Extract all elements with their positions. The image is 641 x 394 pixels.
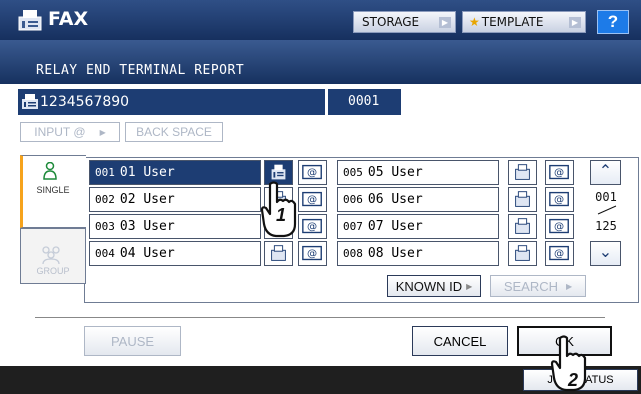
tab-group-label: GROUP	[36, 266, 70, 276]
arrow-icon: ▶	[569, 17, 581, 28]
divider	[35, 317, 605, 318]
sequence-number: 0001	[348, 94, 380, 109]
storage-button[interactable]: STORAGE ▶	[353, 11, 456, 33]
entry-name: 05 User	[367, 165, 423, 180]
entry-number: 003	[95, 220, 115, 233]
svg-text:@: @	[554, 168, 564, 179]
entry-name: 06 User	[367, 192, 423, 207]
input-at-label: INPUT @	[34, 125, 86, 139]
svg-text:@: @	[307, 222, 317, 233]
list-item[interactable]: 003 03 User	[89, 214, 261, 239]
app-title: FAX	[48, 8, 89, 30]
single-user-icon	[43, 162, 57, 180]
fax-number: 1234567890	[40, 94, 130, 110]
screen-title: RELAY END TERMINAL REPORT	[36, 63, 245, 78]
fax-icon[interactable]	[264, 241, 293, 266]
entry-name: 03 User	[119, 219, 175, 234]
fax-icon[interactable]	[508, 187, 537, 212]
svg-text:@: @	[554, 249, 564, 260]
template-button[interactable]: ★ TEMPLATE ▶	[462, 11, 586, 33]
arrow-icon: ▶	[566, 281, 573, 291]
search-button[interactable]: SEARCH ▶	[490, 275, 586, 297]
scroll-down-button[interactable]: ⌄	[590, 241, 621, 266]
list-item[interactable]: 004 04 User	[89, 241, 261, 266]
entry-name: 08 User	[367, 246, 423, 261]
svg-text:@: @	[307, 249, 317, 260]
total-pages: 125	[595, 219, 617, 233]
star-icon: ★	[469, 15, 480, 29]
entry-name: 01 User	[119, 165, 175, 180]
tab-single-label: SINGLE	[36, 185, 70, 195]
entry-number: 005	[343, 166, 363, 179]
step-2-marker: 2	[568, 370, 579, 390]
template-label: TEMPLATE	[481, 15, 544, 29]
list-item[interactable]: 008 08 User	[337, 241, 499, 266]
arrow-icon: ▶	[466, 281, 473, 291]
fax-icon[interactable]	[508, 160, 537, 185]
backspace-button[interactable]: BACK SPACE	[125, 122, 223, 142]
current-page: 001	[595, 190, 617, 204]
pause-button[interactable]: PAUSE	[84, 326, 181, 356]
email-icon[interactable]: @	[545, 214, 574, 239]
storage-label: STORAGE	[362, 15, 420, 29]
known-id-button[interactable]: KNOWN ID ▶	[387, 275, 481, 297]
list-item[interactable]: 001 01 User	[89, 160, 261, 185]
group-icon	[42, 246, 60, 265]
fax-icon[interactable]	[508, 214, 537, 239]
list-item[interactable]: 006 06 User	[337, 187, 499, 212]
list-item[interactable]: 007 07 User	[337, 214, 499, 239]
cancel-button[interactable]: CANCEL	[412, 326, 508, 356]
fax-icon[interactable]	[508, 241, 537, 266]
email-icon[interactable]: @	[545, 241, 574, 266]
entry-number: 008	[343, 247, 363, 260]
entry-number: 002	[95, 193, 115, 206]
entry-number: 007	[343, 220, 363, 233]
known-id-label: KNOWN ID	[395, 278, 463, 294]
entry-name: 07 User	[367, 219, 423, 234]
chevron-down-icon: ⌄	[598, 244, 613, 261]
entry-name: 02 User	[119, 192, 175, 207]
chevron-up-icon: ⌃	[598, 163, 613, 180]
email-icon[interactable]: @	[545, 187, 574, 212]
svg-text:@: @	[554, 222, 564, 233]
step-1-marker: 1	[276, 205, 287, 225]
email-icon[interactable]: @	[298, 241, 327, 266]
fax-icon	[18, 10, 42, 31]
input-at-button[interactable]: INPUT @ ▶	[20, 122, 120, 142]
entry-number: 004	[95, 247, 115, 260]
list-item[interactable]: 005 05 User	[337, 160, 499, 185]
help-button[interactable]: ?	[597, 10, 629, 34]
fax-icon	[22, 94, 38, 109]
arrow-icon: ▶	[99, 127, 106, 137]
search-label: SEARCH	[503, 278, 559, 294]
entry-number: 006	[343, 193, 363, 206]
scroll-up-button[interactable]: ⌃	[590, 160, 621, 185]
email-icon[interactable]: @	[545, 160, 574, 185]
entry-number: 001	[95, 166, 115, 179]
arrow-icon: ▶	[439, 17, 451, 28]
svg-text:@: @	[307, 168, 317, 179]
list-item[interactable]: 002 02 User	[89, 187, 261, 212]
svg-text:@: @	[307, 195, 317, 206]
page-divider	[597, 205, 617, 215]
entry-name: 04 User	[119, 246, 175, 261]
svg-text:@: @	[554, 195, 564, 206]
